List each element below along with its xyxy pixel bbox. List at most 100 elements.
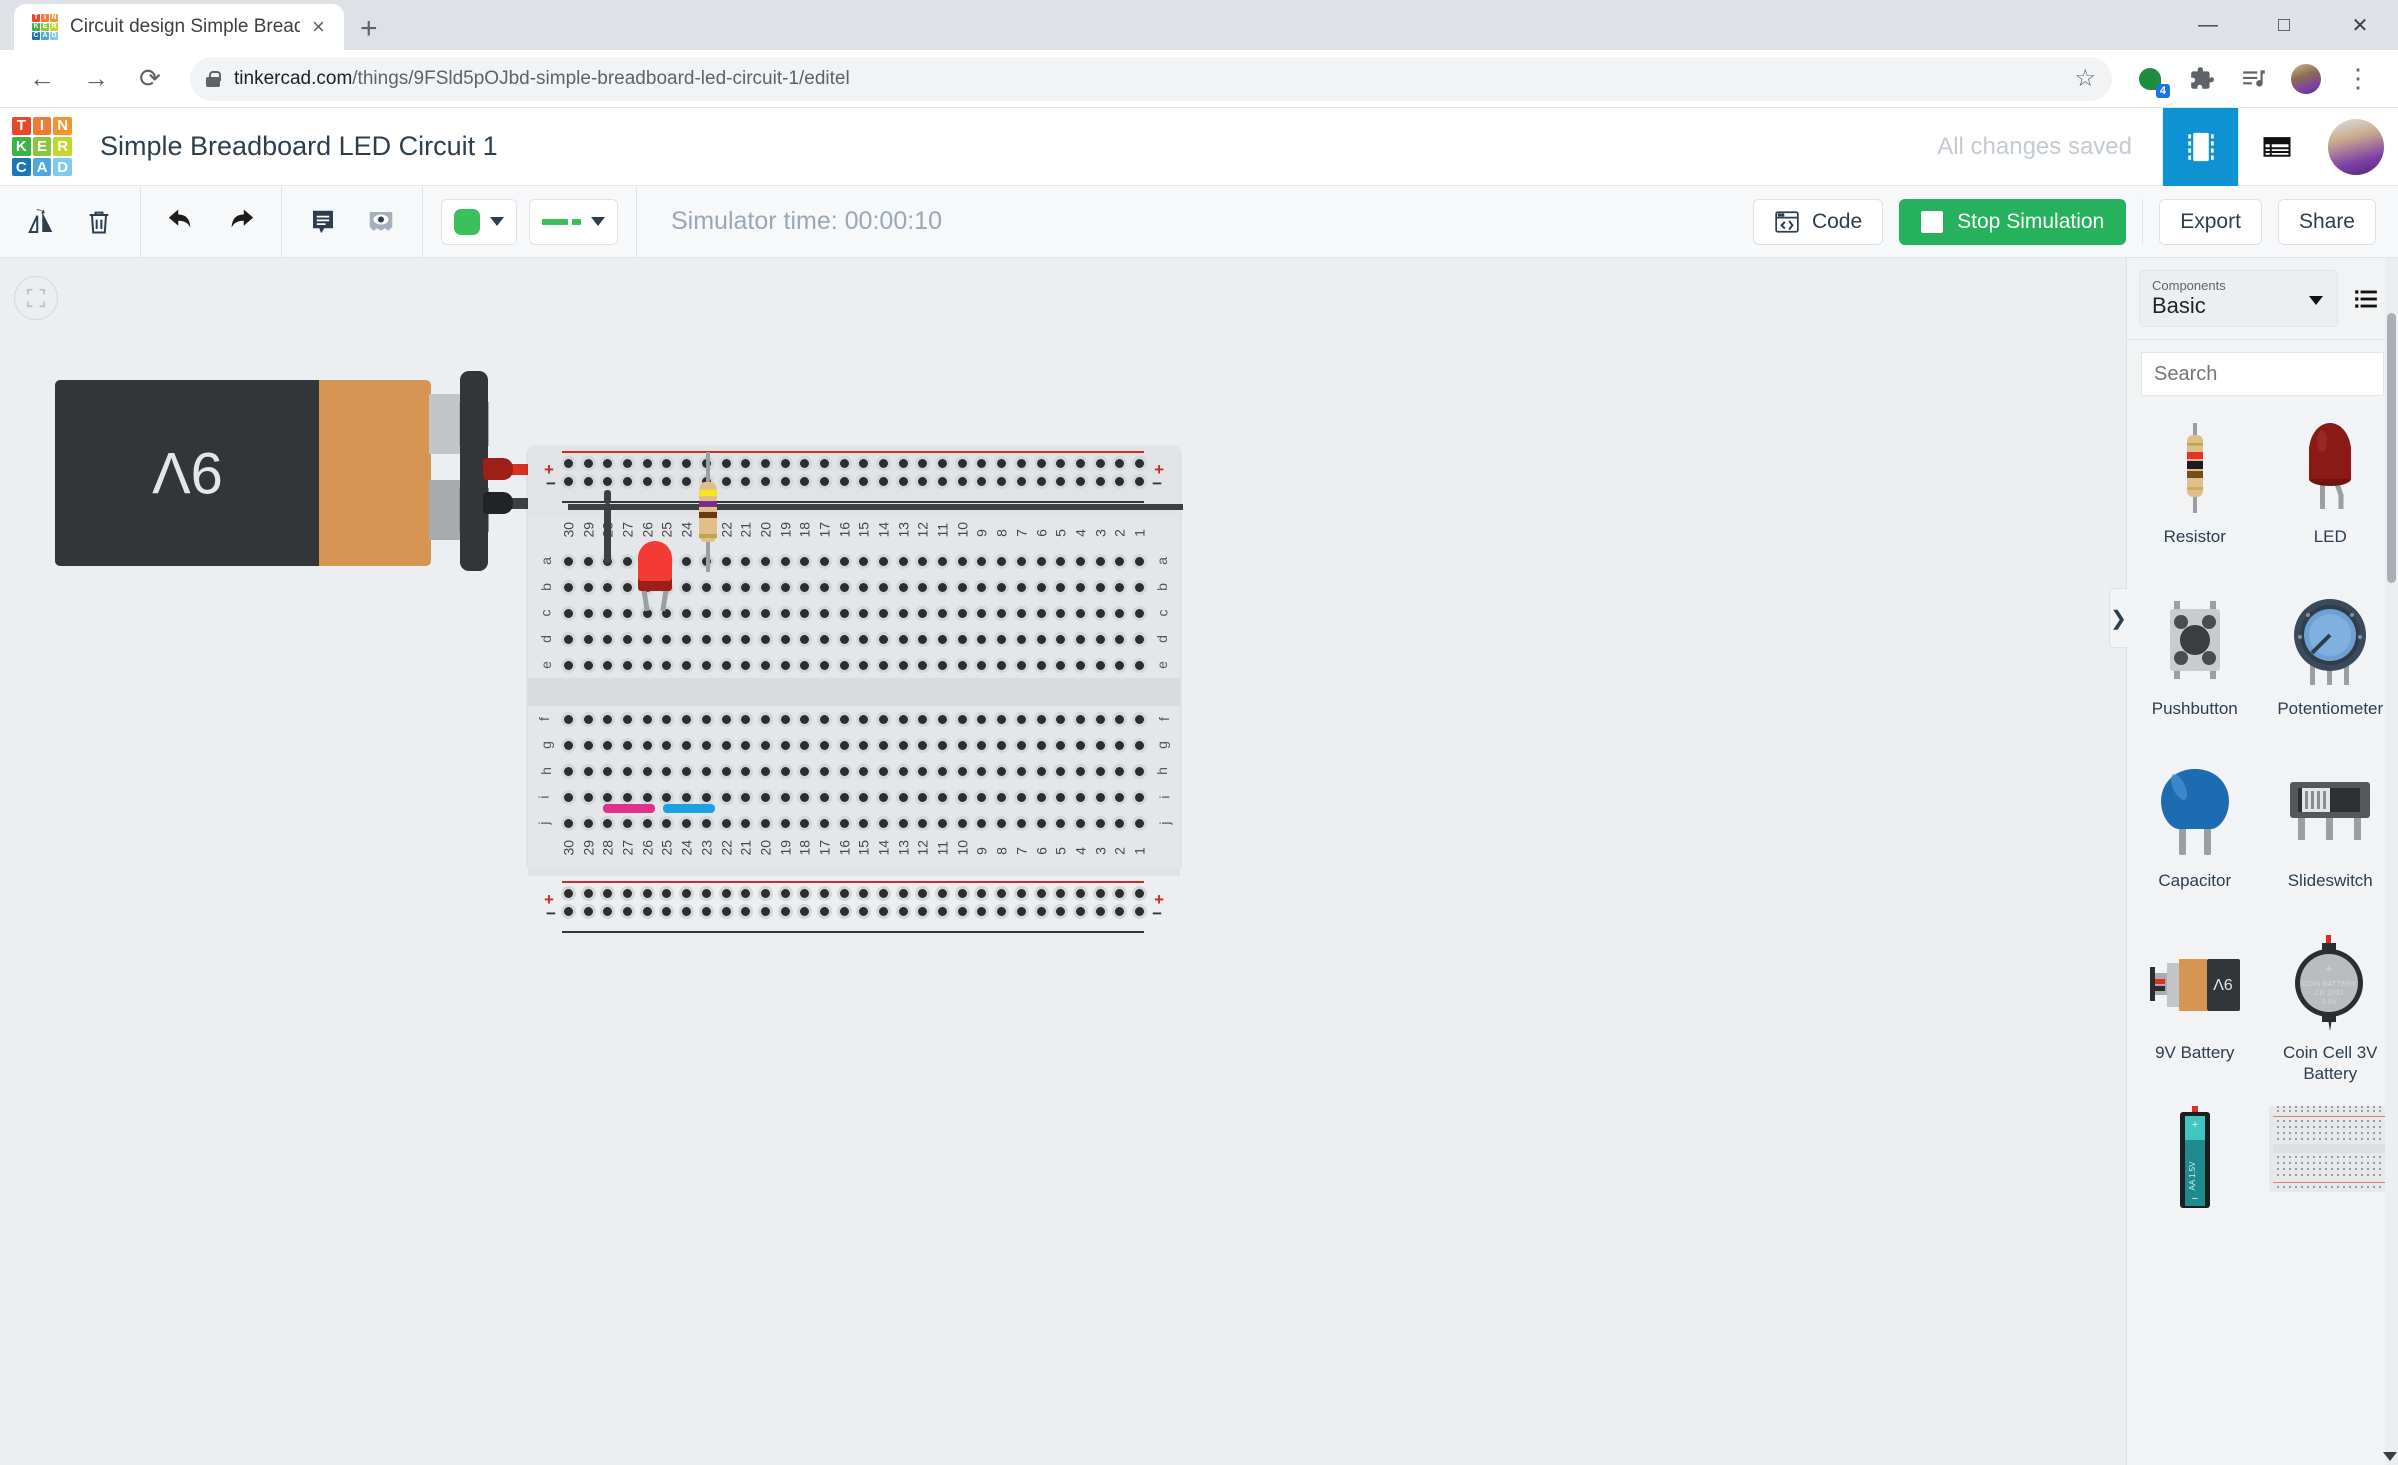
breadboard-hole[interactable] bbox=[839, 459, 849, 468]
breadboard-hole[interactable] bbox=[1075, 740, 1085, 750]
breadboard-hole[interactable] bbox=[583, 608, 593, 618]
breadboard-hole[interactable] bbox=[879, 477, 888, 486]
breadboard-hole[interactable] bbox=[1134, 766, 1144, 776]
breadboard-hole[interactable] bbox=[741, 907, 751, 916]
breadboard-hole[interactable] bbox=[1056, 889, 1066, 898]
breadboard-hole[interactable] bbox=[977, 556, 987, 566]
breadboard-hole[interactable] bbox=[662, 459, 672, 468]
breadboard-hole[interactable] bbox=[583, 477, 593, 486]
breadboard-hole[interactable] bbox=[1095, 740, 1105, 750]
breadboard-hole[interactable] bbox=[997, 556, 1007, 566]
breadboard-hole[interactable] bbox=[1134, 608, 1144, 618]
breadboard-hole[interactable] bbox=[918, 634, 928, 644]
breadboard-hole[interactable] bbox=[1115, 818, 1125, 828]
breadboard-hole[interactable] bbox=[662, 818, 672, 828]
battery-9v-component[interactable]: 9V bbox=[55, 371, 607, 571]
breadboard-hole[interactable] bbox=[623, 556, 633, 566]
code-button[interactable]: Code bbox=[1752, 198, 1884, 245]
breadboard-hole[interactable] bbox=[564, 582, 573, 592]
breadboard-hole[interactable] bbox=[839, 556, 849, 566]
breadboard-hole[interactable] bbox=[623, 907, 633, 916]
breadboard-hole[interactable] bbox=[800, 634, 810, 644]
breadboard-hole[interactable] bbox=[938, 766, 948, 776]
breadboard-hole[interactable] bbox=[1134, 740, 1144, 750]
breadboard-hole[interactable] bbox=[918, 608, 928, 618]
breadboard-hole[interactable] bbox=[1036, 889, 1046, 898]
breadboard-hole[interactable] bbox=[682, 459, 692, 468]
breadboard-hole[interactable] bbox=[800, 907, 810, 916]
breadboard-hole[interactable] bbox=[1115, 766, 1125, 776]
breadboard-hole[interactable] bbox=[997, 660, 1007, 670]
breadboard-hole[interactable] bbox=[1016, 792, 1026, 802]
breadboard-hole[interactable] bbox=[1075, 608, 1085, 618]
breadboard-hole[interactable] bbox=[603, 477, 613, 486]
breadboard-hole[interactable] bbox=[780, 766, 790, 776]
breadboard-hole[interactable] bbox=[741, 889, 751, 898]
breadboard-hole[interactable] bbox=[879, 889, 888, 898]
breadboard-hole[interactable] bbox=[662, 660, 672, 670]
breadboard-hole[interactable] bbox=[800, 889, 810, 898]
breadboard-hole[interactable] bbox=[879, 582, 888, 592]
breadboard-hole[interactable] bbox=[819, 582, 829, 592]
breadboard-hole[interactable] bbox=[564, 792, 573, 802]
breadboard-hole[interactable] bbox=[1056, 608, 1066, 618]
rail-hole-row[interactable] bbox=[558, 898, 1150, 916]
breadboard-hole[interactable] bbox=[1095, 477, 1105, 486]
breadboard-hole[interactable] bbox=[583, 766, 593, 776]
breadboard-hole[interactable] bbox=[898, 889, 908, 898]
breadboard-hole[interactable] bbox=[859, 714, 869, 724]
breadboard-hole[interactable] bbox=[879, 714, 888, 724]
breadboard-hole[interactable] bbox=[898, 660, 908, 670]
window-minimize-button[interactable]: — bbox=[2170, 0, 2246, 50]
breadboard-hole[interactable] bbox=[957, 714, 967, 724]
breadboard-hole[interactable] bbox=[918, 477, 928, 486]
breadboard-hole[interactable] bbox=[1016, 556, 1026, 566]
breadboard-hole[interactable] bbox=[1056, 477, 1066, 486]
breadboard-hole[interactable] bbox=[1056, 582, 1066, 592]
breadboard-hole[interactable] bbox=[721, 907, 731, 916]
breadboard-hole[interactable] bbox=[721, 477, 731, 486]
breadboard-hole[interactable] bbox=[819, 556, 829, 566]
breadboard-hole[interactable] bbox=[997, 889, 1007, 898]
breadboard-hole[interactable] bbox=[662, 477, 672, 486]
breadboard-hole[interactable] bbox=[879, 556, 888, 566]
breadboard-hole[interactable] bbox=[721, 556, 731, 566]
rows-a-e[interactable]: aabbccddee bbox=[528, 548, 1180, 678]
breadboard-hole[interactable] bbox=[839, 477, 849, 486]
breadboard-hole[interactable] bbox=[741, 459, 751, 468]
breadboard-hole[interactable] bbox=[938, 714, 948, 724]
breadboard-hole[interactable] bbox=[603, 660, 613, 670]
breadboard-hole[interactable] bbox=[603, 608, 613, 618]
rail-hole-row[interactable] bbox=[558, 468, 1150, 486]
breadboard-hole[interactable] bbox=[957, 477, 967, 486]
breadboard-hole[interactable] bbox=[839, 907, 849, 916]
breadboard-hole[interactable] bbox=[603, 818, 613, 828]
breadboard-hole[interactable] bbox=[662, 740, 672, 750]
breadboard-row[interactable]: dd bbox=[528, 626, 1180, 652]
breadboard-hole[interactable] bbox=[938, 660, 948, 670]
rail-hole-row[interactable] bbox=[558, 446, 1150, 468]
breadboard-hole[interactable] bbox=[583, 818, 593, 828]
breadboard-hole[interactable] bbox=[879, 660, 888, 670]
rows-f-j[interactable]: ffgghhiijj bbox=[528, 706, 1180, 836]
breadboard-hole[interactable] bbox=[918, 582, 928, 592]
breadboard-hole[interactable] bbox=[1075, 556, 1085, 566]
breadboard-hole[interactable] bbox=[918, 889, 928, 898]
breadboard-hole[interactable] bbox=[1115, 608, 1125, 618]
breadboard-hole[interactable] bbox=[564, 907, 573, 916]
reload-icon[interactable]: ⟳ bbox=[126, 55, 174, 103]
browser-tab[interactable]: T I N K E R C A D Circuit design Simple … bbox=[14, 4, 344, 50]
breadboard-hole[interactable] bbox=[780, 459, 790, 468]
breadboard-hole[interactable] bbox=[682, 792, 692, 802]
breadboard-hole[interactable] bbox=[1056, 714, 1066, 724]
panel-scrollbar-thumb[interactable] bbox=[2387, 313, 2396, 583]
breadboard-hole[interactable] bbox=[859, 660, 869, 670]
breadboard-hole[interactable] bbox=[642, 477, 652, 486]
breadboard-hole[interactable] bbox=[1016, 477, 1026, 486]
breadboard-hole[interactable] bbox=[603, 714, 613, 724]
forward-icon[interactable]: → bbox=[72, 55, 120, 103]
breadboard-hole[interactable] bbox=[662, 907, 672, 916]
breadboard-hole[interactable] bbox=[938, 740, 948, 750]
circuit-view-button[interactable] bbox=[2162, 107, 2238, 186]
breadboard-hole[interactable] bbox=[957, 818, 967, 828]
